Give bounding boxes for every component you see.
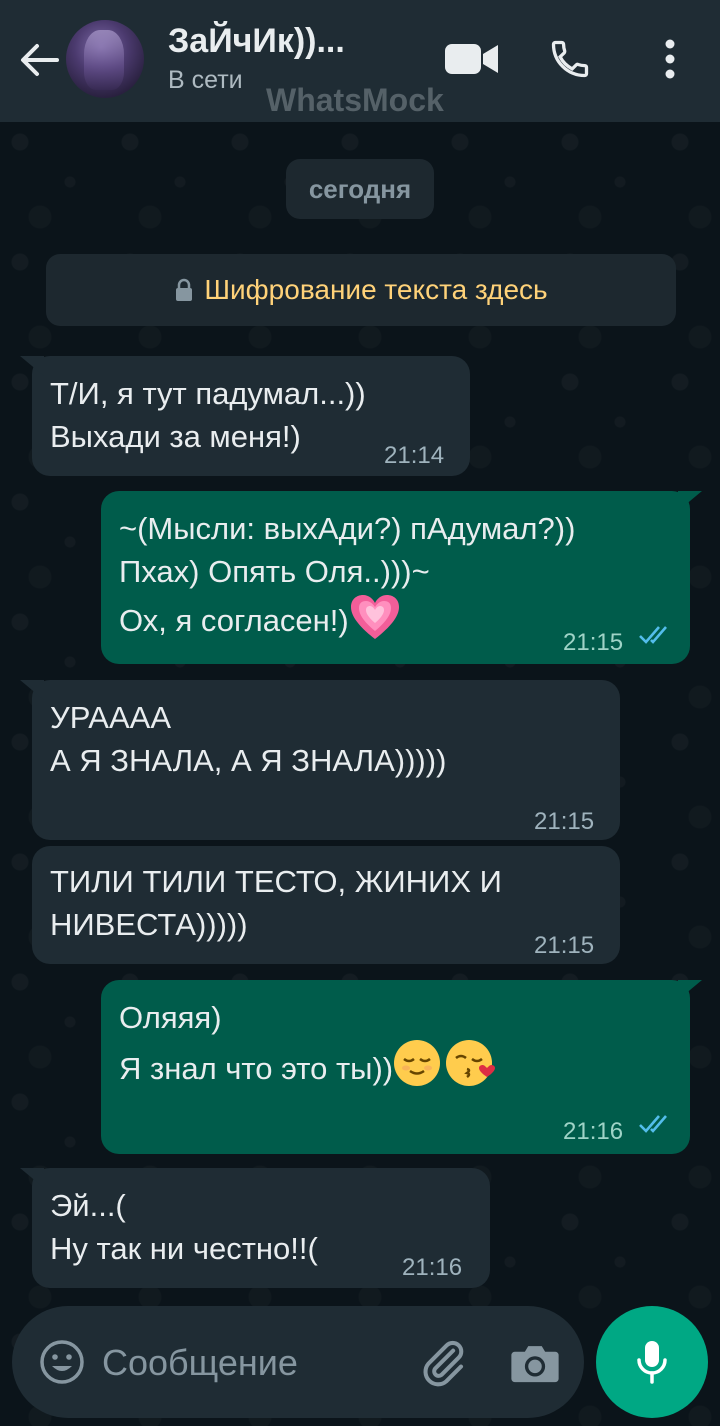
message-time: 21:15: [534, 932, 595, 959]
microphone-icon: [637, 1341, 667, 1384]
contact-status: В сети: [168, 66, 243, 94]
message-outgoing[interactable]: Оляяя) Я знал что это ты)) 21:16: [101, 980, 702, 1154]
chat-header: ЗаЙчИк))... В сети WhatsMock: [0, 0, 720, 122]
attach-button[interactable]: [416, 1336, 470, 1390]
message-time: 21:14: [384, 442, 445, 469]
message-text: Оляяя) Я знал что это ты)): [119, 996, 496, 1090]
message-time: 21:16: [563, 1118, 624, 1145]
message-outgoing[interactable]: ~(Мысли: выхАди?) пАдумал?)) Пхах) Опять…: [101, 491, 702, 664]
paperclip-icon: [423, 1340, 464, 1387]
voice-message-button[interactable]: [596, 1306, 708, 1418]
back-button[interactable]: [14, 36, 64, 84]
message-text: ~(Мысли: выхАди?) пАдумал?)) Пхах) Опять…: [119, 507, 575, 642]
message-text: Т/И, я тут падумал...)) Выхади за меня!): [50, 376, 366, 454]
double-check-read-icon: [639, 1115, 667, 1133]
voice-call-button[interactable]: [542, 34, 598, 84]
date-chip: сегодня: [286, 159, 434, 219]
message-text: Эй...( Ну так ни честно!!(: [50, 1188, 318, 1266]
message-input[interactable]: [102, 1336, 402, 1390]
message-time: 21:15: [534, 808, 595, 835]
encryption-notice-text: Шифрование текста здесь: [204, 274, 548, 305]
avatar[interactable]: [66, 20, 144, 98]
video-call-button[interactable]: [444, 34, 500, 84]
more-vert-icon: [665, 39, 675, 79]
emoji-icon: [40, 1340, 84, 1384]
relieved-face-icon: [393, 1039, 441, 1087]
message-incoming[interactable]: УРАААА А Я ЗНАЛА, А Я ЗНАЛА))))) 21:15: [20, 680, 620, 840]
growing-heart-icon: [349, 593, 401, 641]
message-composer: [12, 1306, 584, 1418]
phone-icon: [551, 40, 589, 78]
message-text: УРАААА А Я ЗНАЛА, А Я ЗНАЛА))))): [50, 700, 447, 778]
message-time: 21:16: [402, 1254, 463, 1281]
message-time: 21:15: [563, 629, 624, 656]
lock-icon: [176, 278, 193, 301]
emoji-button[interactable]: [38, 1338, 86, 1386]
more-options-button[interactable]: [642, 34, 698, 84]
contact-name[interactable]: ЗаЙчИк))...: [168, 22, 345, 61]
video-camera-icon: [445, 44, 498, 74]
message-text: ТИЛИ ТИЛИ ТЕСТО, ЖИНИХ И НИВЕСТА))))): [50, 864, 502, 942]
encryption-notice[interactable]: Шифрование текста здесь: [46, 254, 676, 326]
message-incoming[interactable]: ТИЛИ ТИЛИ ТЕСТО, ЖИНИХ И НИВЕСТА))))) 21…: [32, 846, 620, 964]
camera-icon: [511, 1346, 559, 1383]
app-watermark: WhatsMock: [266, 82, 444, 118]
message-incoming[interactable]: Т/И, я тут падумал...)) Выхади за меня!)…: [20, 356, 470, 476]
back-arrow-icon: [21, 44, 59, 76]
camera-button[interactable]: [508, 1336, 562, 1390]
face-blowing-kiss-icon: [445, 1039, 496, 1087]
double-check-read-icon: [639, 626, 667, 644]
message-incoming[interactable]: Эй...( Ну так ни честно!!( 21:16: [20, 1168, 490, 1288]
